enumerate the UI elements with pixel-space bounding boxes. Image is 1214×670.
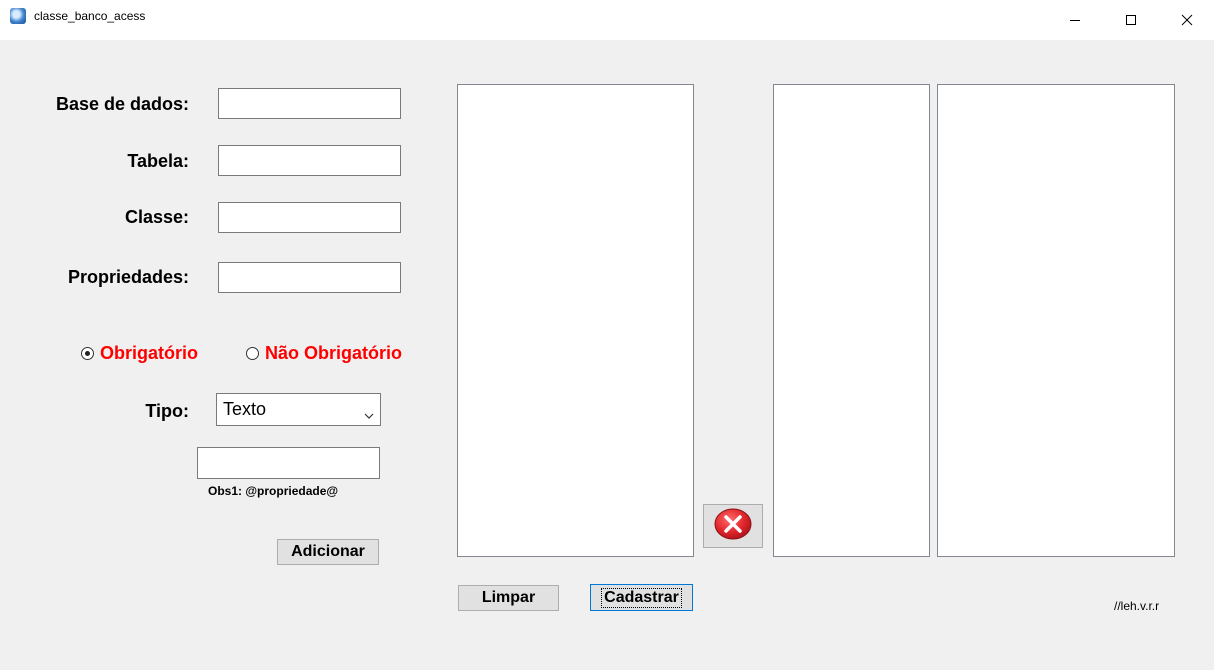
delete-x-icon <box>713 507 753 546</box>
radio-selected-icon <box>81 347 94 360</box>
title-bar: classe_banco_acess <box>0 0 1214 40</box>
tabela-label: Tabela: <box>127 151 189 171</box>
app-icon <box>10 8 26 24</box>
adicionar-button[interactable]: Adicionar <box>277 539 379 565</box>
chevron-down-icon <box>364 404 374 425</box>
propriedades-label: Propriedades: <box>67 267 189 287</box>
tipo-selected-value: Texto <box>223 399 267 419</box>
radio-nao-obrigatorio[interactable]: Não Obrigatório <box>246 343 402 364</box>
radio-obrigatorio[interactable]: Obrigatório <box>81 343 198 364</box>
radio-obrigatorio-label: Obrigatório <box>100 343 198 363</box>
pattern-input[interactable] <box>197 447 380 479</box>
signature-label: //leh.v.r.r <box>1114 599 1160 613</box>
base-de-dados-input[interactable] <box>218 88 401 119</box>
close-icon <box>1181 14 1193 26</box>
minimize-button[interactable] <box>1052 0 1098 40</box>
close-window-button[interactable] <box>1164 0 1210 40</box>
obs-label: Obs1: @propriedade@ <box>208 484 339 498</box>
limpar-button[interactable]: Limpar <box>458 585 559 611</box>
radio-nao-obrigatorio-label: Não Obrigatório <box>265 343 403 363</box>
tipo-select[interactable]: Texto <box>216 393 381 426</box>
properties-listbox[interactable] <box>457 84 694 557</box>
values-listbox[interactable] <box>937 84 1175 557</box>
tabela-input[interactable] <box>218 145 401 176</box>
maximize-icon <box>1125 14 1137 26</box>
maximize-button[interactable] <box>1108 0 1154 40</box>
cadastrar-button[interactable]: Cadastrar <box>590 584 693 611</box>
delete-button[interactable] <box>703 504 763 548</box>
classe-label: Classe: <box>124 207 189 227</box>
classe-input[interactable] <box>218 202 401 233</box>
propriedades-input[interactable] <box>218 262 401 293</box>
radio-unselected-icon <box>246 347 259 360</box>
minimize-icon <box>1069 14 1081 26</box>
base-de-dados-label: Base de dados: <box>55 94 189 114</box>
types-listbox[interactable] <box>773 84 930 557</box>
tipo-label: Tipo: <box>145 401 189 421</box>
cadastrar-label: Cadastrar <box>601 587 682 608</box>
window-title: classe_banco_acess <box>34 9 146 23</box>
